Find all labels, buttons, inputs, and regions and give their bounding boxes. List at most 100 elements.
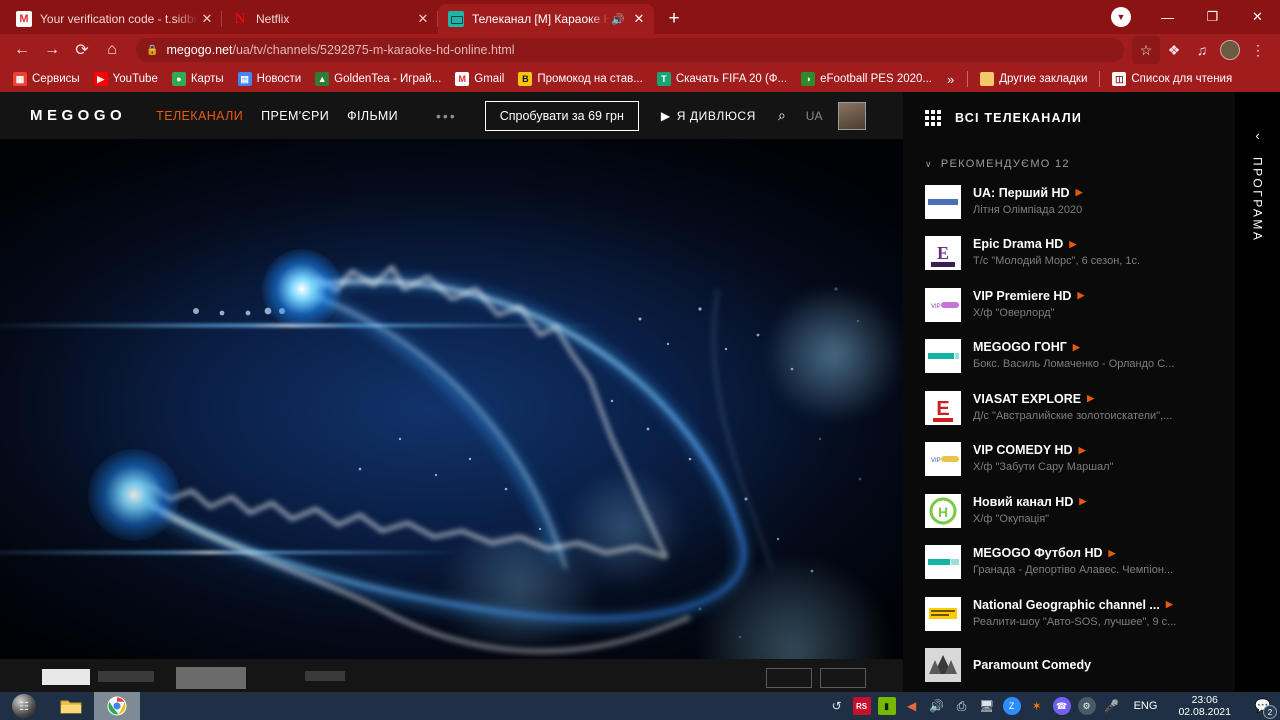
try-subscription-button[interactable]: Спробувати за 69 грн (484, 100, 639, 131)
clock[interactable]: 23:06 02.08.2021 (1170, 694, 1239, 718)
taskbar-google-chrome[interactable] (94, 692, 140, 720)
divider (1099, 71, 1101, 87)
bookmark-item[interactable]: M Gmail (448, 68, 511, 90)
channels-sidebar: ВСІ ТЕЛЕКАНАЛИ ∨ РЕКОМЕНДУЄМО 12 UA: Пер… (903, 92, 1280, 692)
profile-chip-icon[interactable]: ▼ (1111, 7, 1131, 27)
channel-list-item[interactable]: H Новий канал HD ▶ Х/ф "Окупація" (925, 489, 1280, 532)
program-panel-toggle[interactable]: ‹ ПРОГРАМА (1235, 92, 1280, 692)
player-quality-badge[interactable] (176, 667, 246, 689)
close-icon[interactable]: ✕ (198, 10, 216, 28)
forward-button[interactable]: → (38, 36, 66, 64)
browser-tab[interactable]: M Your verification code - t.sidbirzy ✕ (6, 4, 222, 34)
player-title-text (98, 671, 154, 682)
channel-list-item[interactable]: MEGOGO ГОНГ ▶ Бокс. Василь Ломаченко - О… (925, 335, 1280, 378)
back-button[interactable]: ← (8, 36, 36, 64)
address-bar[interactable]: 🔒 megogo.net /ua/tv/channels/5292875-m-k… (136, 38, 1124, 62)
volume-icon[interactable]: 🔊 (928, 697, 946, 715)
bookmark-item[interactable]: ● Карты (165, 68, 231, 90)
network-icon[interactable]: 🖥 (978, 697, 996, 715)
avatar[interactable] (838, 101, 867, 130)
play-icon: ▶ (1079, 496, 1087, 506)
channel-program: Реалити-шоу "Авто-SOS, лучшее", 9 с... (973, 615, 1177, 628)
nvidia-icon[interactable]: ▮ (877, 697, 896, 715)
extensions-icon[interactable]: ❖ (1160, 36, 1188, 64)
player-button-left[interactable] (766, 668, 812, 688)
show-hidden-icon[interactable]: ◀ (903, 697, 921, 715)
player-button-right[interactable] (820, 668, 866, 688)
system-tray: ↺ RS ▮ ◀ 🔊 ⎙ 🖥 Z ✶ ☎ ⚙ 🎤 ENG 23:06 02.08… (828, 694, 1280, 719)
close-icon[interactable]: ✕ (630, 10, 648, 28)
other-bookmarks-button[interactable]: Другие закладки (973, 68, 1094, 90)
channel-list-item[interactable]: MEGOGO Футбол HD ▶ Гранада - Депортіво А… (925, 541, 1280, 584)
folder-icon (980, 72, 995, 86)
watching-button[interactable]: ▶ Я ДИВЛЮСЯ (661, 109, 756, 123)
channel-list-item[interactable]: VIP VIP Premiere HD ▶ Х/ф "Оверлорд" (925, 283, 1280, 326)
zoom-icon[interactable]: Z (1002, 697, 1021, 715)
channel-program: Х/ф "Оверлорд" (973, 306, 1055, 319)
bookmark-item[interactable]: B Промокод на став... (511, 68, 650, 90)
folder-icon (60, 700, 82, 714)
windows-taskbar: ☷ ↺ RS ▮ ◀ 🔊 ⎙ 🖥 Z ✶ ☎ ⚙ 🎤 ENG 23:06 02.… (0, 692, 1280, 720)
channel-list-item[interactable]: Paramount Comedy (925, 644, 1280, 687)
rs-icon[interactable]: RS (852, 697, 871, 715)
language-selector[interactable]: UA (806, 109, 823, 123)
sync-icon[interactable]: ↺ (828, 697, 846, 715)
divider (967, 71, 969, 87)
taskbar-file-explorer[interactable] (48, 692, 94, 720)
chevron-down-icon: ∨ (925, 158, 933, 169)
notifications-button[interactable]: 💬 2 (1250, 694, 1277, 719)
search-icon[interactable]: ⌕ (778, 107, 786, 124)
megogo-logo[interactable]: MEGOGO (30, 107, 126, 124)
microphone-icon[interactable]: 🎤 (1103, 697, 1121, 715)
start-button[interactable]: ☷ (0, 692, 48, 720)
usb-eject-icon[interactable]: ⎙ (953, 697, 971, 715)
channel-list-item[interactable]: National Geographic channel ... ▶ Реалит… (925, 592, 1280, 635)
nav-item-premieres[interactable]: ПРЕМ'ЄРИ (261, 109, 329, 123)
browser-tab[interactable]: N Netflix ✕ (222, 4, 438, 34)
avatar[interactable] (1220, 40, 1240, 60)
section-recommended[interactable]: ∨ РЕКОМЕНДУЄМО 12 (903, 144, 1280, 180)
bookmark-item[interactable]: ▲ GoldenTea - Играй... (308, 68, 448, 90)
channel-list-item[interactable]: E Epic Drama HD ▶ Т/с "Молодий Морс", 6 … (925, 232, 1280, 275)
video-column: MEGOGO ТЕЛЕКАНАЛИ ПРЕМ'ЄРИ ФІЛЬМИ ••• Сп… (0, 92, 903, 692)
chrome-icon (107, 696, 127, 716)
new-tab-button[interactable]: + (660, 4, 688, 32)
tab-strip: M Your verification code - t.sidbirzy ✕ … (0, 0, 1280, 34)
player-controls-bar[interactable] (0, 659, 903, 692)
viber-icon[interactable]: ☎ (1052, 697, 1071, 715)
sidebar-header[interactable]: ВСІ ТЕЛЕКАНАЛИ (903, 92, 1280, 144)
tab-audio-icon[interactable]: 🔊 (610, 13, 626, 26)
steam-icon[interactable]: ⚙ (1077, 697, 1096, 715)
nav-item-films[interactable]: ФІЛЬМИ (347, 109, 398, 123)
svg-text:E: E (937, 243, 949, 263)
language-indicator[interactable]: ENG (1128, 700, 1164, 712)
minimize-button[interactable]: — (1145, 0, 1190, 34)
channel-list-item[interactable]: UA: Перший HD ▶ Літня Олімпіада 2020 (925, 180, 1280, 223)
bookmark-star-icon[interactable]: ☆ (1132, 36, 1160, 64)
home-button[interactable]: ⌂ (98, 36, 126, 64)
media-control-icon[interactable]: ♫ (1188, 36, 1216, 64)
nav-more-icon[interactable]: ••• (436, 108, 457, 124)
reload-button[interactable]: ⟳ (68, 36, 96, 64)
bookmark-item[interactable]: ◑ eFootball PES 2020... (794, 68, 939, 90)
maximize-button[interactable]: ❐ (1190, 0, 1235, 34)
play-icon: ▶ (1069, 238, 1077, 249)
bookmark-item[interactable]: ▶ YouTube (87, 68, 165, 90)
bookmark-item[interactable]: ▤ Новости (231, 68, 309, 90)
tab-title: Your verification code - t.sidbirzy (40, 12, 198, 26)
avast-icon[interactable]: ✶ (1028, 697, 1046, 715)
video-player[interactable] (0, 139, 903, 659)
close-window-button[interactable]: ✕ (1235, 0, 1280, 34)
megogo-nav: ТЕЛЕКАНАЛИ ПРЕМ'ЄРИ ФІЛЬМИ ••• (156, 108, 457, 124)
close-icon[interactable]: ✕ (414, 10, 432, 28)
chrome-menu-icon[interactable]: ⋮ (1244, 36, 1272, 64)
tab-title: Телеканал [M] Караоке HD (472, 12, 610, 26)
channel-list-item[interactable]: VIP VIP COMEDY HD ▶ Х/ф "Забути Сару Мар… (925, 438, 1280, 481)
bookmarks-overflow-button[interactable]: » (939, 72, 962, 87)
bookmark-item[interactable]: T Скачать FIFA 20 (Ф... (650, 68, 794, 90)
nav-item-tv-channels[interactable]: ТЕЛЕКАНАЛИ (156, 109, 243, 123)
channel-list-item[interactable]: E VIASAT EXPLORE ▶ Д/с "Австралийские зо… (925, 386, 1280, 429)
bookmark-item[interactable]: ▦ Сервисы (6, 68, 87, 90)
reading-list-button[interactable]: ◫ Список для чтения (1105, 68, 1239, 90)
browser-tab-active[interactable]: Телеканал [M] Караоке HD 🔊 ✕ (438, 4, 654, 34)
